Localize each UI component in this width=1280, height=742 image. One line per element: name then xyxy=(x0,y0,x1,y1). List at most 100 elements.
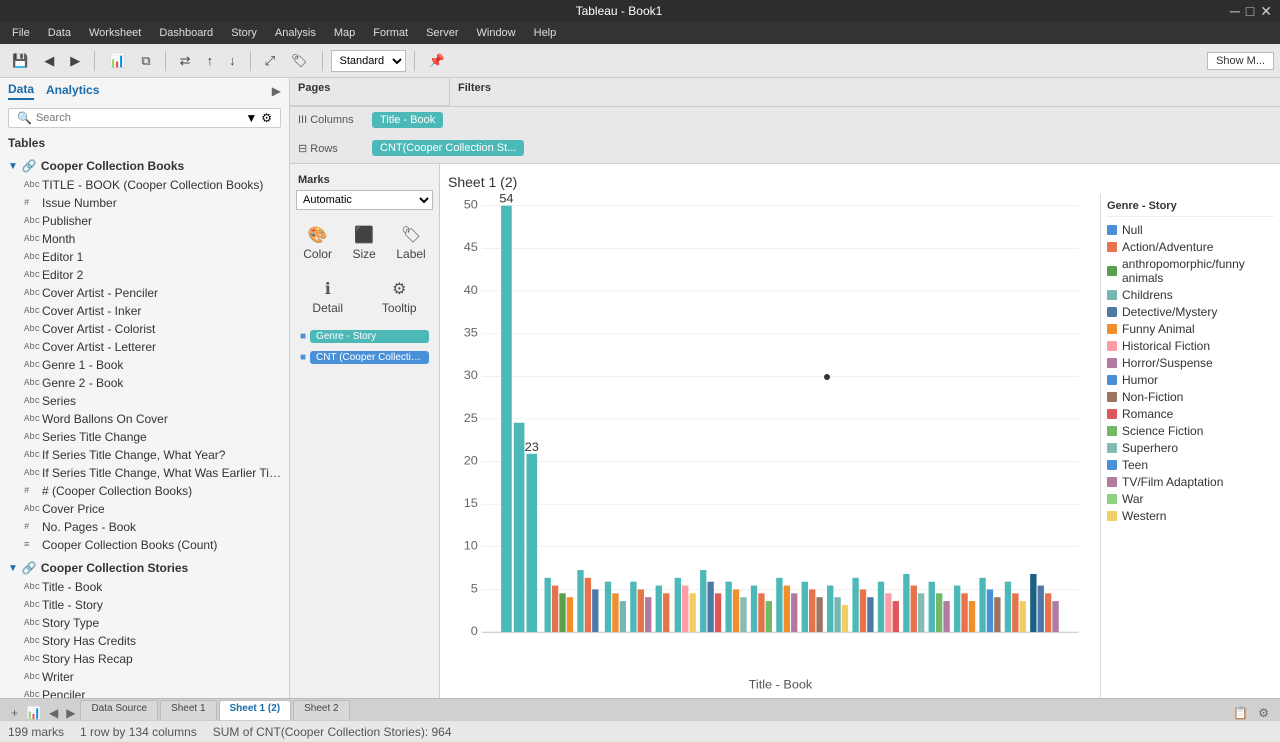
legend-item-humor: Humor xyxy=(1107,373,1274,387)
minimize-icon[interactable]: ─ xyxy=(1230,3,1240,20)
search-input[interactable] xyxy=(36,112,241,124)
filters-label: Filters xyxy=(458,82,1272,94)
search-settings-icon[interactable]: ⚙ xyxy=(261,111,272,125)
field-title-book[interactable]: Abc TITLE - BOOK (Cooper Collection Book… xyxy=(0,176,289,194)
legend-item-anthro: anthropomorphic/funny animals xyxy=(1107,257,1274,285)
field-series-title-change-year[interactable]: Abc If Series Title Change, What Year? xyxy=(0,446,289,464)
tab-left-icon[interactable]: ◀ xyxy=(46,706,61,720)
menu-window[interactable]: Window xyxy=(469,25,524,41)
datasource-icon: 🔗 xyxy=(22,561,37,575)
tab-add-icon[interactable]: + xyxy=(8,706,21,720)
menu-map[interactable]: Map xyxy=(326,25,363,41)
size-icon: ⬛ xyxy=(354,225,374,245)
legend-label-historical: Historical Fiction xyxy=(1122,339,1210,353)
toolbar-sort-asc-btn[interactable]: ↑ xyxy=(201,50,220,71)
field-cover-penciler[interactable]: Abc Cover Artist - Penciler xyxy=(0,284,289,302)
table-section-books-header[interactable]: ▼ 🔗 Cooper Collection Books xyxy=(0,156,289,176)
menu-file[interactable]: File xyxy=(4,25,38,41)
field-story-title-book[interactable]: Abc Title - Book xyxy=(0,578,289,596)
field-name-text: Story Has Credits xyxy=(42,634,281,648)
tab-sheet1[interactable]: Sheet 1 xyxy=(160,700,216,720)
field-genre2-book[interactable]: Abc Genre 2 - Book xyxy=(0,374,289,392)
marks-color-btn[interactable]: 🎨 Color xyxy=(298,220,337,266)
field-series-title-change-earlier[interactable]: Abc If Series Title Change, What Was Ear… xyxy=(0,464,289,482)
shelf-area: Pages Filters III Columns Title - Book ⊟… xyxy=(290,78,1280,164)
field-cover-colorist[interactable]: Abc Cover Artist - Colorist xyxy=(0,320,289,338)
table-section-stories-header[interactable]: ▼ 🔗 Cooper Collection Stories xyxy=(0,558,289,578)
marks-field-cnt[interactable]: ■ CNT (Cooper Collection Stor... xyxy=(296,349,433,366)
window-controls[interactable]: ─ □ ✕ xyxy=(1230,3,1272,20)
tab-right-icon[interactable]: ▶ xyxy=(63,706,78,720)
marks-detail-btn[interactable]: ℹ Detail xyxy=(307,274,348,320)
field-issue-number[interactable]: # Issue Number xyxy=(0,194,289,212)
field-count-books[interactable]: ≡ Cooper Collection Books (Count) xyxy=(0,536,289,554)
marks-genre-pill[interactable]: Genre - Story xyxy=(310,330,429,343)
toolbar-labels-btn[interactable]: 🏷 xyxy=(285,50,314,72)
field-cover-inker[interactable]: Abc Cover Artist - Inker xyxy=(0,302,289,320)
toolbar-fix-btn[interactable]: 📌 xyxy=(423,50,451,72)
menu-analysis[interactable]: Analysis xyxy=(267,25,324,41)
field-editor2[interactable]: Abc Editor 2 xyxy=(0,266,289,284)
columns-pill[interactable]: Title - Book xyxy=(372,112,443,128)
tab-db-icon[interactable]: 📊 xyxy=(23,706,44,720)
menu-dashboard[interactable]: Dashboard xyxy=(151,25,221,41)
marks-field-genre[interactable]: ■ Genre - Story xyxy=(296,328,433,345)
show-mark-button[interactable]: Show M... xyxy=(1207,52,1274,70)
tab-view-icon[interactable]: 📋 xyxy=(1230,706,1251,720)
close-icon[interactable]: ✕ xyxy=(1260,3,1272,20)
field-series[interactable]: Abc Series xyxy=(0,392,289,410)
toolbar-fit-btn[interactable]: ⤢ xyxy=(259,50,281,72)
tab-sheet2[interactable]: Sheet 2 xyxy=(293,700,349,720)
menu-format[interactable]: Format xyxy=(365,25,416,41)
field-story-penciler[interactable]: Abc Penciler xyxy=(0,686,289,698)
field-num-books[interactable]: # # (Cooper Collection Books) xyxy=(0,482,289,500)
toolbar-back-btn[interactable]: ◀ xyxy=(38,50,60,72)
field-word-ballons[interactable]: Abc Word Ballons On Cover xyxy=(0,410,289,428)
data-tab[interactable]: Data xyxy=(8,82,34,100)
detail-icon: ℹ xyxy=(325,279,331,299)
analytics-tab[interactable]: Analytics xyxy=(46,83,99,99)
maximize-icon[interactable]: □ xyxy=(1246,3,1254,20)
tab-options-icon[interactable]: ⚙ xyxy=(1255,706,1272,720)
field-pages-book[interactable]: # No. Pages - Book xyxy=(0,518,289,536)
marks-tooltip-btn[interactable]: ⚙ Tooltip xyxy=(377,274,422,320)
toolbar-forward-btn[interactable]: ▶ xyxy=(64,50,86,72)
field-cover-price[interactable]: Abc Cover Price xyxy=(0,500,289,518)
field-story-title-story[interactable]: Abc Title - Story xyxy=(0,596,289,614)
tab-sheet1-2[interactable]: Sheet 1 (2) xyxy=(219,700,292,720)
standard-select[interactable]: Standard xyxy=(331,50,406,72)
field-cover-letterer[interactable]: Abc Cover Artist - Letterer xyxy=(0,338,289,356)
field-series-title-change[interactable]: Abc Series Title Change xyxy=(0,428,289,446)
menu-server[interactable]: Server xyxy=(418,25,466,41)
menu-story[interactable]: Story xyxy=(223,25,265,41)
field-name-text: Title - Book xyxy=(42,580,281,594)
marks-size-btn[interactable]: ⬛ Size xyxy=(347,220,380,266)
field-genre1-book[interactable]: Abc Genre 1 - Book xyxy=(0,356,289,374)
toolbar-save-btn[interactable]: 💾 xyxy=(6,50,34,72)
field-story-has-credits[interactable]: Abc Story Has Credits xyxy=(0,632,289,650)
status-marks: 199 marks xyxy=(8,725,64,739)
field-editor1[interactable]: Abc Editor 1 xyxy=(0,248,289,266)
field-story-type[interactable]: Abc Story Type xyxy=(0,614,289,632)
panel-collapse-btn[interactable]: ▶ xyxy=(272,84,281,98)
toolbar-new-ds-btn[interactable]: 📊 xyxy=(103,50,131,72)
svg-text:35: 35 xyxy=(464,326,478,339)
menu-worksheet[interactable]: Worksheet xyxy=(81,25,149,41)
toolbar-duplicate-btn[interactable]: ⧉ xyxy=(135,50,156,72)
field-month[interactable]: Abc Month xyxy=(0,230,289,248)
filter-icon[interactable]: ▼ xyxy=(245,111,257,125)
toolbar-swap-btn[interactable]: ⇄ xyxy=(174,50,197,72)
marks-type-select[interactable]: Automatic xyxy=(296,190,433,210)
rows-pill[interactable]: CNT(Cooper Collection St... xyxy=(372,140,524,156)
field-publisher[interactable]: Abc Publisher xyxy=(0,212,289,230)
field-story-writer[interactable]: Abc Writer xyxy=(0,668,289,686)
marks-cnt-pill[interactable]: CNT (Cooper Collection Stor... xyxy=(310,351,429,364)
field-story-has-recap[interactable]: Abc Story Has Recap xyxy=(0,650,289,668)
menu-help[interactable]: Help xyxy=(526,25,565,41)
svg-text:20: 20 xyxy=(464,454,478,467)
tab-data-source[interactable]: Data Source xyxy=(80,700,158,720)
marks-label-btn[interactable]: 🏷 Label xyxy=(391,220,430,266)
toolbar-sort-desc-btn[interactable]: ↓ xyxy=(223,50,242,71)
menu-data[interactable]: Data xyxy=(40,25,79,41)
legend-label-anthro: anthropomorphic/funny animals xyxy=(1122,257,1274,285)
